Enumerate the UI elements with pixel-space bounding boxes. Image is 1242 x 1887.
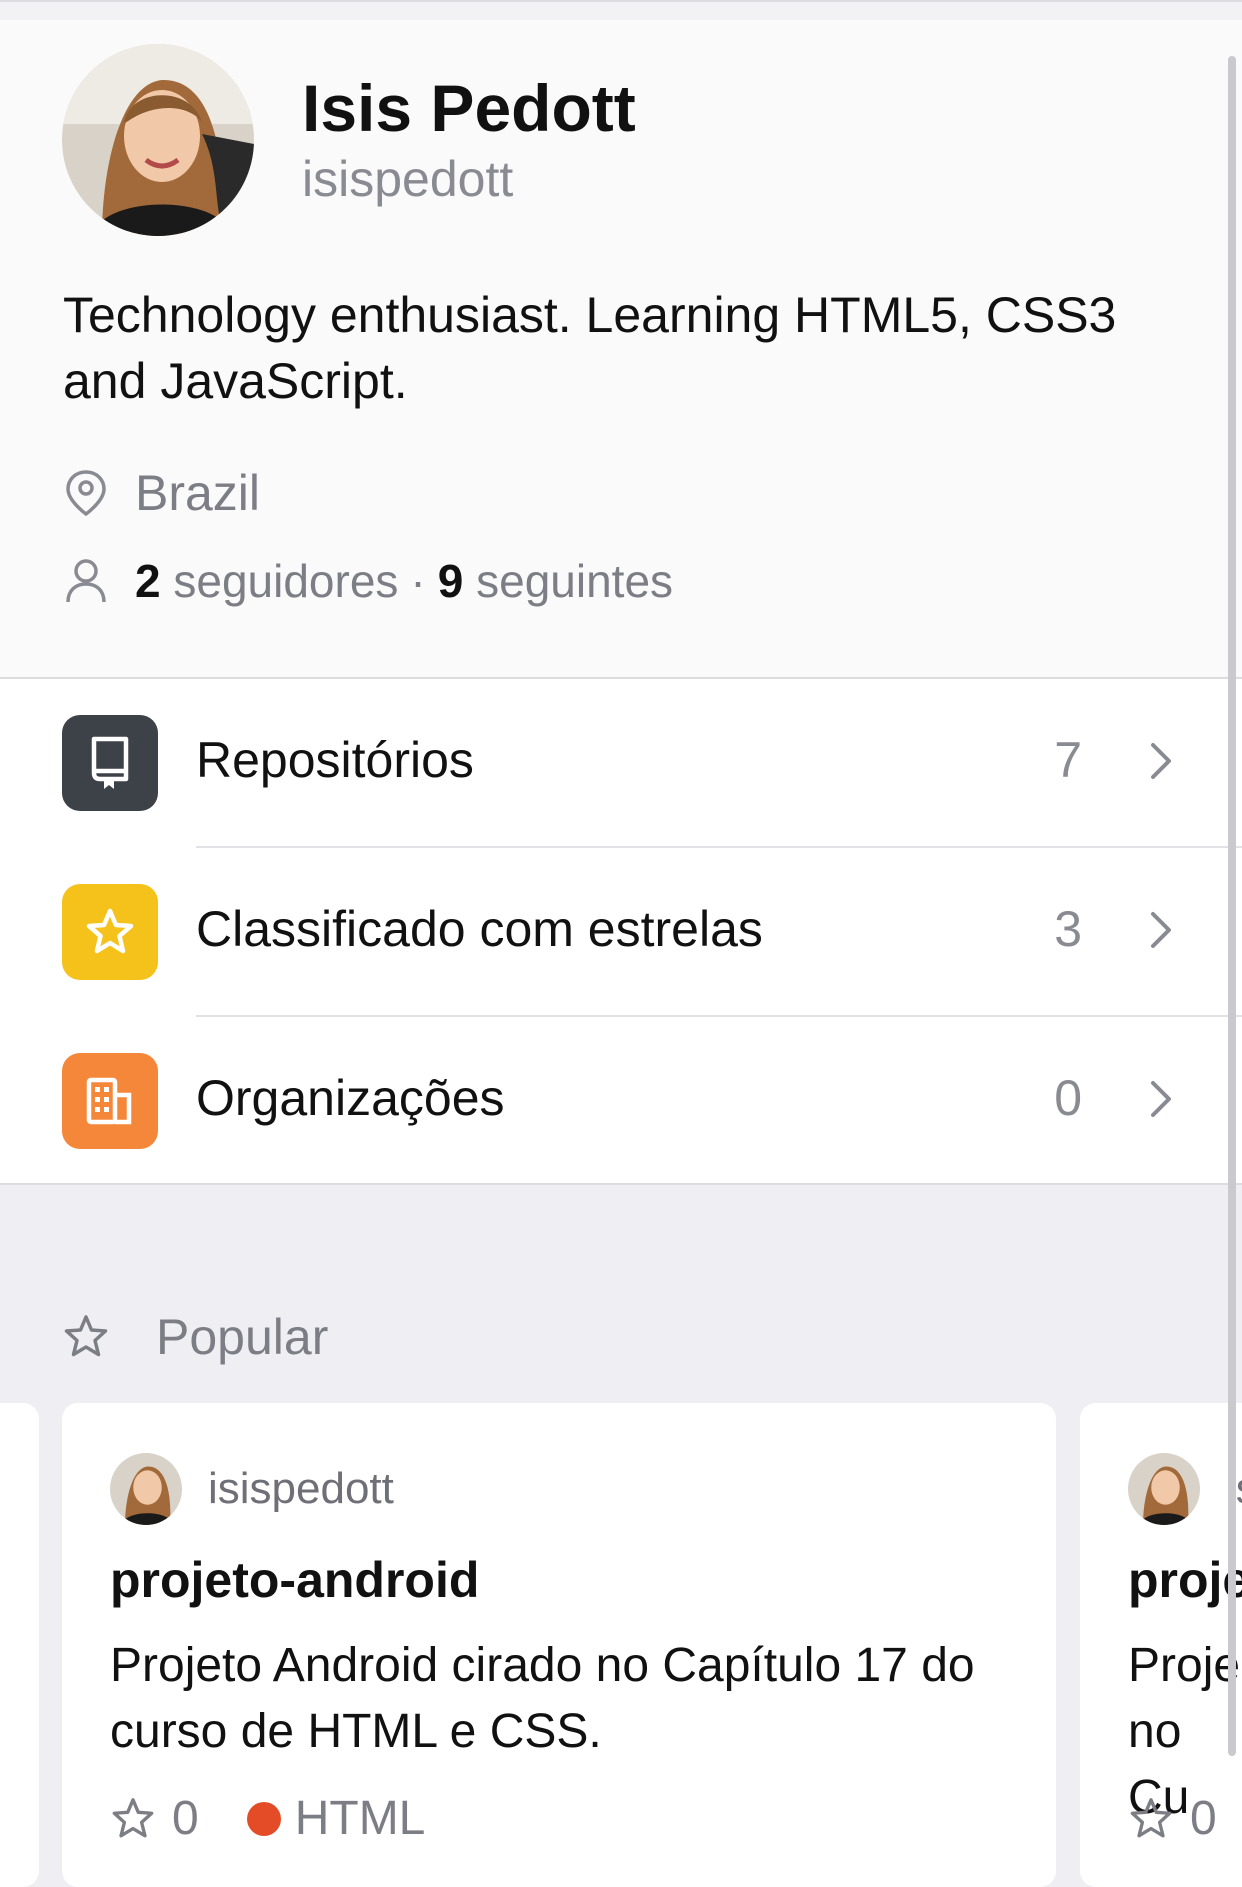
menu-item-repositories[interactable]: Repositórios 7 <box>0 679 1242 848</box>
person-icon <box>66 559 106 603</box>
menu-label-starred: Classificado com estrelas <box>196 901 763 957</box>
follow-row[interactable]: 2 seguidores · 9 seguintes <box>63 554 673 608</box>
scrollbar[interactable] <box>1228 56 1236 1756</box>
profile-avatar[interactable] <box>62 44 254 236</box>
repo-stats: 0 HTML <box>110 1791 425 1846</box>
starred-tile <box>62 884 158 980</box>
menu-count-starred: 3 <box>1054 901 1082 957</box>
location-text: Brazil <box>135 465 261 521</box>
profile-login: isispedott <box>302 151 514 207</box>
language-color-dot <box>246 1801 281 1836</box>
repo-icon <box>91 736 129 789</box>
chevron-right-icon <box>1151 743 1171 779</box>
menu-count-repositories: 7 <box>1054 732 1082 788</box>
followers-count[interactable]: 2 <box>135 554 161 608</box>
repo-name[interactable]: projeto-android <box>110 1551 479 1609</box>
next-repo-card[interactable]: is proje Proje no Cu 0 <box>1080 1403 1242 1887</box>
owner-avatar <box>1128 1453 1200 1525</box>
following-count[interactable]: 9 <box>438 554 464 608</box>
separator-dot: · <box>410 555 426 607</box>
menu-item-organizations[interactable]: Organizações 0 <box>0 1017 1242 1186</box>
repo-language: HTML <box>294 1792 426 1845</box>
star-outline-icon <box>64 1315 108 1357</box>
popular-title: Popular <box>156 1309 329 1365</box>
repo-stats: 0 <box>1128 1791 1217 1846</box>
following-label[interactable]: seguintes <box>476 554 673 608</box>
owner-login: isispedott <box>208 1464 394 1513</box>
organizations-tile <box>62 1053 158 1149</box>
chevron-right-icon <box>1151 1081 1171 1117</box>
top-strip <box>0 2 1242 20</box>
repo-owner[interactable]: is <box>1128 1453 1242 1525</box>
owner-avatar <box>110 1453 182 1525</box>
profile-menu: Repositórios 7 Classificado com estrelas… <box>0 677 1242 1185</box>
previous-card-stub[interactable] <box>0 1403 39 1887</box>
menu-label-organizations: Organizações <box>196 1070 505 1126</box>
location-row: Brazil <box>63 464 260 522</box>
chevron-right-icon <box>1151 912 1171 948</box>
popular-header: Popular <box>62 1308 328 1366</box>
repo-description: Projeto Android cirado no Capítulo 17 do… <box>110 1639 975 1758</box>
repo-name[interactable]: proje <box>1128 1551 1242 1609</box>
repo-star-count: 0 <box>1190 1792 1217 1845</box>
star-outline-icon <box>112 1797 154 1837</box>
star-outline-icon <box>1130 1797 1172 1837</box>
menu-label-repositories: Repositórios <box>196 732 474 788</box>
organization-icon <box>86 1077 132 1125</box>
profile-bio: Technology enthusiast. Learning HTML5, C… <box>63 287 1117 409</box>
profile-name: Isis Pedott <box>302 71 636 145</box>
repo-star-count: 0 <box>172 1792 199 1845</box>
repo-tile <box>62 715 158 811</box>
star-icon <box>86 908 134 954</box>
menu-item-starred[interactable]: Classificado com estrelas 3 <box>0 848 1242 1017</box>
popular-repo-card[interactable]: isispedott projeto-android Projeto Andro… <box>62 1403 1056 1887</box>
location-pin-icon <box>66 470 106 517</box>
menu-count-organizations: 0 <box>1054 1070 1082 1126</box>
repo-owner[interactable]: isispedott <box>110 1453 394 1525</box>
followers-label[interactable]: seguidores <box>173 554 398 608</box>
profile-header: Isis Pedott isispedott Technology enthus… <box>0 0 1242 677</box>
